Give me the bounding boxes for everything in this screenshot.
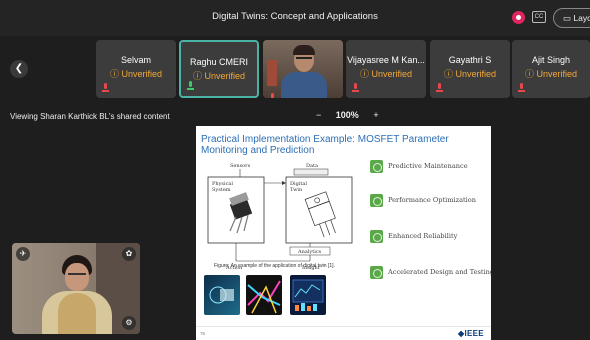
feature-label: Accelerated Design and Testing — [388, 268, 491, 276]
optimization-icon — [370, 194, 383, 207]
circuit-thumbnail-image — [246, 275, 282, 315]
zoom-control: − 100% + — [310, 110, 385, 120]
top-bar: Digital Twins: Concept and Applications … — [0, 0, 590, 36]
participant-video-tile[interactable] — [263, 40, 343, 98]
participant-name: Ajit Singh — [531, 55, 571, 65]
data-label: Data — [306, 163, 318, 169]
gear-icon[interactable]: ⚙ — [122, 316, 136, 330]
mic-on-icon — [187, 81, 194, 91]
participant-name: Selvam — [120, 55, 151, 65]
layout-icon: ▭ — [563, 13, 574, 23]
self-view-video[interactable]: ✈ ✿ ⚙ — [12, 243, 140, 334]
participant-tile[interactable]: Raghu CMERI ⓘ Unverified — [179, 40, 259, 98]
feature-item: Performance Optimization — [370, 194, 490, 208]
feature-label: Performance Optimization — [388, 196, 477, 204]
feature-label: Predictive Maintenance — [388, 162, 468, 170]
participant-status: ⓘ Unverified — [443, 69, 497, 79]
mic-off-icon — [518, 83, 525, 93]
slide-footer: 76 ◆IEEE — [196, 326, 491, 340]
participant-name: Raghu CMERI — [189, 57, 249, 67]
figure-caption: Figure: An example of the application of… — [214, 263, 335, 269]
participant-tile[interactable]: Ajit Singh ⓘ Unverified — [512, 40, 590, 98]
shared-slide: Practical Implementation Example: MOSFET… — [196, 126, 491, 340]
physical-system-label-2: System — [212, 187, 231, 193]
participant-tile[interactable]: Selvam ⓘ Unverified — [96, 40, 176, 98]
feature-item: Predictive Maintenance — [370, 160, 490, 174]
participant-tile[interactable]: Vijayasree M Kan... ⓘ Unverified — [346, 40, 426, 98]
mic-off-icon — [436, 83, 443, 93]
slide-title: Practical Implementation Example: MOSFET… — [201, 134, 449, 156]
participant-status: ⓘ Unverified — [524, 69, 578, 79]
layout-button[interactable]: ▭ Layout — [553, 8, 590, 28]
viewing-shared-content-label: Viewing Sharan Karthick BL's shared cont… — [10, 112, 170, 121]
analytics-dashboard-thumbnail-image — [290, 275, 326, 315]
zoom-in-button[interactable]: + — [373, 110, 378, 120]
digital-twin-diagram: Physical System Sensors Data Digital Twi… — [207, 163, 353, 271]
sensors-label: Sensors — [230, 163, 251, 169]
participant-tile[interactable]: Gayathri S ⓘ Unverified — [430, 40, 510, 98]
chip-thumbnail-image — [204, 275, 240, 315]
captions-button[interactable]: CC — [532, 11, 546, 23]
chevron-left-icon[interactable]: ❮ — [10, 60, 28, 78]
design-testing-icon — [370, 266, 383, 279]
feature-item: Enhanced Reliability — [370, 230, 490, 244]
layout-label: Layout — [573, 13, 590, 23]
analytics-label: Analytics — [297, 249, 322, 255]
ieee-logo: ◆IEEE — [458, 329, 484, 338]
feature-item: Accelerated Design and Testing — [370, 266, 491, 280]
reliability-icon — [370, 230, 383, 243]
maintenance-icon — [370, 160, 383, 173]
meeting-title: Digital Twins: Concept and Applications — [212, 11, 378, 22]
mic-off-icon — [352, 83, 359, 93]
participant-status: ⓘ Unverified — [109, 69, 163, 79]
participant-name: Vijayasree M Kan... — [347, 55, 425, 65]
pin-icon[interactable]: ✈ — [16, 247, 30, 261]
digital-twin-label-2: Twin — [290, 187, 303, 193]
mic-off-icon — [102, 83, 109, 93]
recording-icon[interactable] — [512, 11, 525, 24]
slide-number: 76 — [200, 331, 206, 336]
feature-label: Enhanced Reliability — [388, 232, 458, 240]
settings-icon[interactable]: ✿ — [122, 247, 136, 261]
zoom-out-button[interactable]: − — [316, 110, 321, 120]
participant-name: Gayathri S — [448, 55, 492, 65]
zoom-level: 100% — [335, 110, 359, 120]
participant-status: ⓘ Unverified — [359, 69, 413, 79]
